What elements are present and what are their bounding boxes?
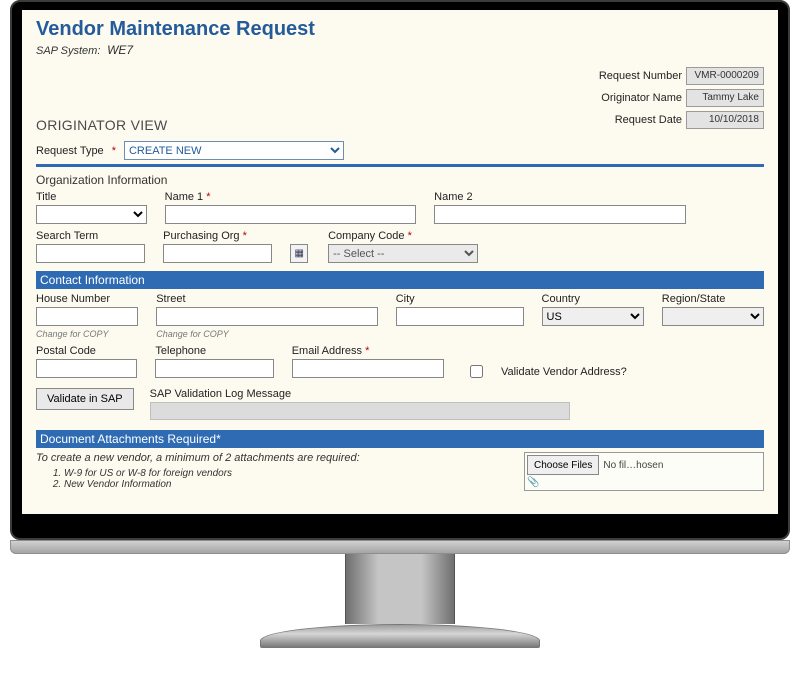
contact-info-bar: Contact Information: [36, 271, 764, 289]
purchasing-org-label: Purchasing Org *: [163, 230, 272, 242]
street-label: Street: [156, 293, 378, 305]
name2-label: Name 2: [434, 191, 686, 203]
country-select[interactable]: US: [542, 307, 644, 326]
validate-address-label: Validate Vendor Address?: [501, 366, 670, 378]
sap-log-label: SAP Validation Log Message: [150, 388, 570, 400]
region-select[interactable]: [662, 307, 764, 326]
request-date-value: 10/10/2018: [686, 111, 764, 129]
request-number-value: VMR-0000209: [686, 67, 764, 85]
validate-address-checkbox[interactable]: [470, 365, 483, 378]
monitor-base: [10, 540, 790, 554]
choose-files-button[interactable]: Choose Files: [527, 455, 599, 475]
request-type-select[interactable]: CREATE NEW: [124, 141, 344, 160]
postal-code-input[interactable]: [36, 359, 137, 378]
attach-li2: New Vendor Information: [64, 479, 506, 490]
validate-in-sap-button[interactable]: Validate in SAP: [36, 388, 134, 410]
title-label: Title: [36, 191, 147, 203]
house-number-input[interactable]: [36, 307, 138, 326]
request-date-label: Request Date: [615, 114, 682, 126]
street-hint: Change for COPY: [156, 329, 378, 339]
sap-system-label: SAP System:: [36, 45, 100, 57]
attach-intro: To create a new vendor, a minimum of 2 a…: [36, 452, 506, 464]
sap-system-value: WE7: [107, 43, 133, 57]
city-label: City: [396, 293, 524, 305]
header-right-info: Request Number VMR-0000209 Originator Na…: [599, 67, 764, 133]
sap-system-line: SAP System: WE7: [36, 43, 764, 57]
originator-view-label: ORIGINATOR VIEW: [36, 117, 168, 133]
country-label: Country: [542, 293, 644, 305]
monitor-stand-foot: [260, 624, 540, 648]
city-input[interactable]: [396, 307, 524, 326]
house-number-label: House Number: [36, 293, 138, 305]
section-separator: [36, 164, 764, 167]
request-number-label: Request Number: [599, 70, 682, 82]
company-code-select[interactable]: -- Select --: [328, 244, 478, 263]
org-info-heading: Organization Information: [36, 173, 764, 187]
telephone-label: Telephone: [155, 345, 273, 357]
app-screen: Vendor Maintenance Request SAP System: W…: [22, 10, 778, 514]
region-label: Region/State: [662, 293, 764, 305]
company-code-label: Company Code *: [328, 230, 478, 242]
search-term-label: Search Term: [36, 230, 145, 242]
name2-input[interactable]: [434, 205, 686, 224]
purchasing-org-lookup-icon[interactable]: ▦: [290, 244, 308, 263]
house-number-hint: Change for COPY: [36, 329, 138, 339]
required-asterisk: *: [112, 145, 116, 157]
file-status-text: No fil…hosen: [603, 460, 663, 471]
request-type-label: Request Type: [36, 145, 104, 157]
street-input[interactable]: [156, 307, 378, 326]
originator-name-value: Tammy Lake: [686, 89, 764, 107]
name1-input[interactable]: [165, 205, 416, 224]
email-label: Email Address *: [292, 345, 444, 357]
search-term-input[interactable]: [36, 244, 145, 263]
name1-label: Name 1 *: [165, 191, 416, 203]
attachment-icon: 📎: [527, 477, 539, 488]
purchasing-org-input[interactable]: [163, 244, 272, 263]
monitor-stand-neck: [345, 554, 455, 624]
email-input[interactable]: [292, 359, 444, 378]
attach-li1: W-9 for US or W-8 for foreign vendors: [64, 468, 506, 479]
monitor-frame: Vendor Maintenance Request SAP System: W…: [10, 0, 790, 540]
file-upload-area: Choose Files No fil…hosen 📎: [524, 452, 764, 491]
title-select[interactable]: [36, 205, 147, 224]
sap-log-box: [150, 402, 570, 420]
telephone-input[interactable]: [155, 359, 273, 378]
originator-name-label: Originator Name: [601, 92, 682, 104]
postal-code-label: Postal Code: [36, 345, 137, 357]
page-title: Vendor Maintenance Request: [36, 18, 764, 41]
attachments-bar: Document Attachments Required*: [36, 430, 764, 448]
